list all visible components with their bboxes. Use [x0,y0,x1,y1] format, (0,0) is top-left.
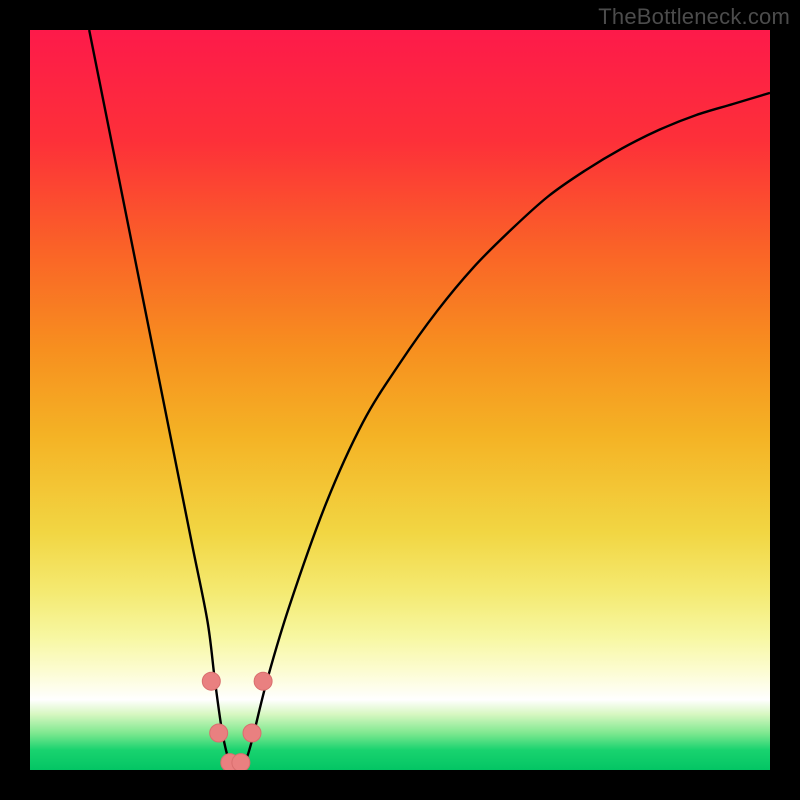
watermark-text: TheBottleneck.com [598,4,790,30]
gradient-background [30,30,770,770]
curve-marker-4 [243,724,261,742]
curve-marker-3 [232,754,250,770]
curve-marker-1 [210,724,228,742]
curve-marker-0 [202,672,220,690]
plot-area [30,30,770,770]
chart-svg [30,30,770,770]
chart-frame: TheBottleneck.com [0,0,800,800]
curve-marker-5 [254,672,272,690]
